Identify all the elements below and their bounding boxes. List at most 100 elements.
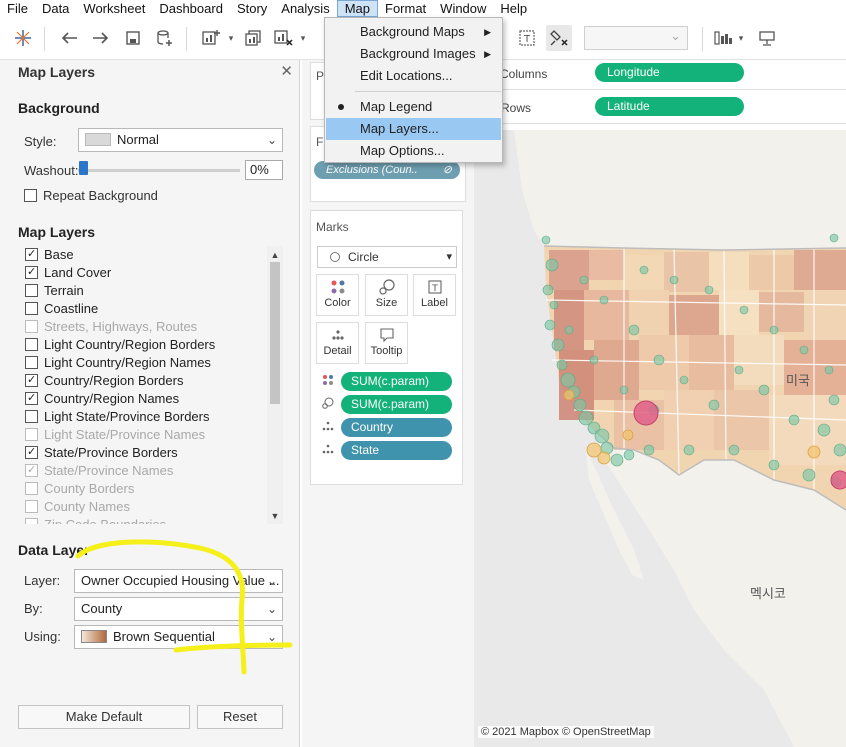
layer-label: Terrain (44, 283, 84, 298)
color-pill[interactable]: SUM(c.param) (341, 372, 452, 391)
washout-slider-track[interactable] (78, 169, 240, 172)
clear-sheet-icon[interactable] (270, 25, 296, 51)
tooltip-button[interactable]: Tooltip (365, 322, 408, 364)
detail-label: Detail (323, 345, 352, 357)
layers-scroll-thumb[interactable] (270, 262, 280, 404)
layer-label: County Names (44, 499, 130, 514)
map-canvas[interactable] (474, 130, 846, 747)
by-select[interactable]: County ⌄ (74, 597, 283, 621)
menu-item-background-maps[interactable]: Background Maps ▶ (326, 21, 501, 43)
state-pill[interactable]: State (341, 441, 452, 460)
checkbox-icon (25, 356, 38, 369)
menu-story[interactable]: Story (230, 0, 274, 17)
style-select[interactable]: Normal ⌄ (78, 128, 283, 152)
menu-dashboard[interactable]: Dashboard (152, 0, 230, 17)
latitude-pill[interactable]: Latitude (595, 97, 744, 116)
by-value: County (81, 601, 123, 616)
size-button[interactable]: Size (365, 274, 408, 316)
size-label: Size (375, 297, 398, 309)
fix-axes-icon[interactable] (546, 25, 572, 51)
close-icon[interactable]: ✕ (280, 62, 293, 80)
layer-label: Streets, Highways, Routes (44, 319, 198, 334)
washout-input[interactable]: 0% (245, 160, 283, 180)
scroll-up-icon[interactable]: ▲ (268, 248, 282, 262)
scroll-down-icon[interactable]: ▼ (268, 509, 282, 523)
mark-type-select[interactable]: Circle ▾ (317, 246, 457, 268)
menu-bar: File Data Worksheet Dashboard Story Anal… (0, 0, 846, 17)
filter-pill-label: Exclusions (Coun.. (326, 164, 418, 176)
layer-checkbox-row[interactable]: Country/Region Names (25, 390, 179, 408)
color-button[interactable]: Color (316, 274, 359, 316)
show-labels-icon[interactable]: T (514, 25, 540, 51)
link-icon: ⊘ (442, 164, 452, 176)
new-datasource-icon[interactable] (152, 25, 178, 51)
chevron-down-icon[interactable]: ▾ (226, 25, 236, 51)
using-value: Brown Sequential (113, 629, 215, 644)
menu-file[interactable]: File (0, 0, 35, 17)
make-default-button[interactable]: Make Default (18, 705, 190, 729)
show-me-icon[interactable] (712, 25, 738, 51)
layer-checkbox-row[interactable]: Light State/Province Borders (25, 408, 209, 426)
tableau-logo-icon[interactable] (10, 25, 36, 51)
washout-slider-thumb[interactable] (79, 161, 88, 175)
checked-checkbox-icon (25, 446, 38, 459)
columns-shelf: Columns Longitude (474, 60, 846, 90)
layer-label: State/Province Names (44, 463, 174, 478)
presentation-mode-icon[interactable] (754, 25, 780, 51)
layer-checkbox-row: County Borders (25, 480, 134, 498)
label-button[interactable]: T Label (413, 274, 456, 316)
menu-help[interactable]: Help (493, 0, 534, 17)
longitude-pill[interactable]: Longitude (595, 63, 744, 82)
chevron-down-icon[interactable]: ▾ (736, 25, 746, 51)
save-icon[interactable] (120, 25, 146, 51)
reset-button[interactable]: Reset (197, 705, 283, 729)
menu-item-map-legend[interactable]: Map Legend (326, 96, 501, 118)
menu-separator (355, 91, 501, 92)
menu-window[interactable]: Window (433, 0, 493, 17)
size-pill[interactable]: SUM(c.param) (341, 395, 452, 414)
layer-checkbox-row: Zip Code Boundaries (25, 516, 166, 524)
cards-column: Pa Fi Exclusions (Coun.. ⊘ Marks Circle … (302, 60, 474, 747)
using-select[interactable]: Brown Sequential ⌄ (74, 625, 283, 649)
repeat-background-checkbox[interactable]: Repeat Background (24, 188, 158, 203)
menu-item-map-options[interactable]: Map Options... (326, 140, 501, 162)
layer-label: Coastline (44, 301, 99, 316)
layer-checkbox-row[interactable]: Coastline (25, 300, 98, 318)
menu-map[interactable]: Map (336, 0, 378, 17)
redo-icon[interactable] (88, 25, 114, 51)
new-worksheet-icon[interactable] (198, 25, 224, 51)
menu-item-background-images[interactable]: Background Images ▶ (326, 43, 501, 65)
layer-checkbox-row[interactable]: Terrain (25, 282, 84, 300)
rows-label: Rows (501, 101, 532, 115)
map-view[interactable]: 미국 멕시코 (474, 130, 846, 747)
menu-item-edit-locations[interactable]: Edit Locations... (326, 65, 501, 87)
svg-text:T: T (523, 34, 531, 45)
country-pill[interactable]: Country (341, 418, 452, 437)
layer-checkbox-row[interactable]: Land Cover (25, 264, 111, 282)
undo-icon[interactable] (56, 25, 82, 51)
duplicate-sheet-icon[interactable] (240, 25, 266, 51)
menu-data[interactable]: Data (35, 0, 76, 17)
map-layers-list: Base Land Cover Terrain Coastline Streets, H… (18, 246, 284, 524)
layer-checkbox-row[interactable]: Country/Region Borders (25, 372, 183, 390)
menu-item-map-layers[interactable]: Map Layers... (326, 118, 501, 140)
menu-analysis[interactable]: Analysis (274, 0, 336, 17)
menu-worksheet[interactable]: Worksheet (76, 0, 152, 17)
layer-checkbox-row[interactable]: Light Country/Region Names (25, 354, 211, 372)
map-layers-heading: Map Layers (18, 224, 96, 240)
layer-checkbox-row[interactable]: Light Country/Region Borders (25, 336, 215, 354)
filter-pill[interactable]: Exclusions (Coun.. ⊘ (314, 161, 460, 179)
label-label: Label (421, 297, 448, 309)
layer-checkbox-row[interactable]: Base (25, 246, 74, 264)
tooltip-icon (366, 327, 407, 345)
data-layer-select[interactable]: Owner Occupied Housing Value ... ⌄ (74, 569, 283, 593)
chevron-down-icon[interactable]: ▾ (298, 25, 308, 51)
menu-format[interactable]: Format (378, 0, 433, 17)
toolbar-divider (186, 27, 187, 51)
menu-item-label: Background Maps (360, 24, 465, 39)
layer-label: Layer: (24, 573, 61, 588)
detail-button[interactable]: Detail (316, 322, 359, 364)
map-credit[interactable]: © 2021 Mapbox © OpenStreetMap (478, 726, 654, 738)
layer-checkbox-row[interactable]: State/Province Borders (25, 444, 178, 462)
fit-dropdown[interactable] (584, 26, 688, 50)
